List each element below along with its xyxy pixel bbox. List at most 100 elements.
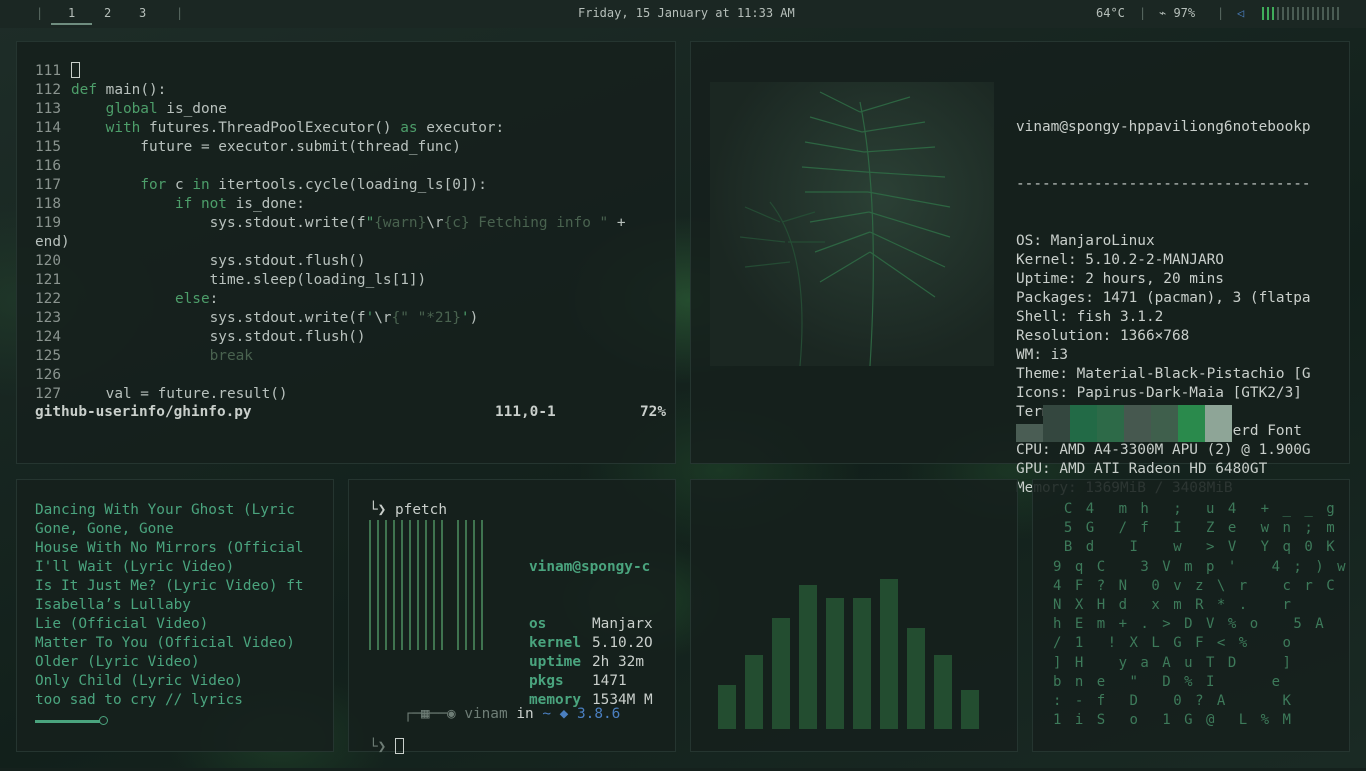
cursor-position: 111,0-1 — [495, 404, 556, 420]
code-line[interactable]: 121 time.sleep(loading_ls[1]) — [35, 271, 626, 290]
code-line[interactable]: 118 if not is_done: — [35, 195, 626, 214]
song-item[interactable]: Is It Just Me? (Lyric Video) ft — [35, 577, 304, 596]
code-line[interactable]: end) — [35, 233, 626, 252]
music-window[interactable]: Dancing With Your Ghost (Lyric Gone, Gone… — [16, 479, 334, 752]
info-row: Resolution: 1366×768 — [1016, 328, 1190, 344]
prompt-user: vinam — [464, 706, 508, 722]
code-line[interactable]: 114 with futures.ThreadPoolExecutor() as… — [35, 119, 626, 138]
line-number: 121 — [35, 272, 61, 288]
terminal-cursor[interactable] — [395, 738, 404, 754]
bar-separator: | — [1217, 6, 1225, 20]
logo-stroke — [385, 520, 387, 650]
line-number: 124 — [35, 329, 61, 345]
info-row: WM: i3 — [1016, 347, 1068, 363]
matrix-window: C 4 m h ; u 4 + _ _ g 5 G / f I Z e w n … — [1032, 479, 1350, 752]
song-item[interactable]: Gone, Gone, Gone — [35, 520, 174, 539]
song-item[interactable]: I'll Wait (Lyric Video) — [35, 558, 234, 577]
volume-bar — [1272, 7, 1274, 20]
code-line[interactable]: 115 future = executor.submit(thread_func… — [35, 138, 626, 157]
logo-stroke — [417, 520, 419, 650]
line-number: 120 — [35, 253, 61, 269]
code-line[interactable]: 120 sys.stdout.flush() — [35, 252, 626, 271]
workspace-1[interactable]: 1 — [50, 6, 94, 25]
prompt-arrow-icon: └❯ — [369, 502, 395, 518]
line-number: 115 — [35, 139, 61, 155]
line-number: 126 — [35, 367, 61, 383]
code-line[interactable]: 126 — [35, 366, 626, 385]
code-line[interactable]: 113 global is_done — [35, 100, 626, 119]
volume-bar — [1287, 7, 1289, 20]
song-item[interactable]: Dancing With Your Ghost (Lyric — [35, 501, 295, 520]
editor-window[interactable]: 111 112 def main(): 113 global is_done 114 w… — [16, 41, 676, 464]
scroll-percent: 72% — [640, 404, 666, 420]
song-item[interactable]: Only Child (Lyric Video) — [35, 672, 243, 691]
code-view[interactable]: 111 112 def main(): 113 global is_done 114 w… — [35, 62, 626, 404]
song-item[interactable]: Lie (Official Video) — [35, 615, 208, 634]
bar-separator: | — [176, 6, 184, 20]
matrix-row: 1 i S o 1 G @ L % M — [1053, 712, 1294, 729]
volume-bar — [1327, 7, 1329, 20]
volume-slider[interactable] — [1262, 7, 1339, 20]
code-line[interactable]: 117 for c in itertools.cycle(loading_ls[… — [35, 176, 626, 195]
visualizer-bar — [934, 655, 952, 729]
code-line[interactable]: 122 else: — [35, 290, 626, 309]
line-number: 117 — [35, 177, 61, 193]
matrix-row: B d I w > V Y q 0 K — [1053, 539, 1338, 556]
code-line[interactable]: 119 sys.stdout.write(f"{warn}\r{c} Fetch… — [35, 214, 626, 233]
color-swatch — [1097, 405, 1124, 442]
logo-stroke — [409, 520, 411, 650]
color-swatch — [1016, 424, 1043, 442]
prompt-dir: ~ — [542, 706, 551, 722]
pfetch-row: os Manjarx — [529, 616, 653, 632]
manjaro-logo — [369, 520, 494, 655]
fern-leaves — [739, 91, 951, 366]
info-row: GPU: AMD ATI Radeon HD 6480GT — [1016, 461, 1268, 477]
logo-stroke — [457, 520, 459, 650]
visualizer-bar — [961, 690, 979, 729]
volume-bar — [1277, 7, 1279, 20]
info-row: Kernel: 5.10.2-2-MANJARO — [1016, 252, 1224, 268]
visualizer-bar — [799, 585, 817, 729]
logo-stroke — [433, 520, 435, 650]
song-item[interactable]: Matter To You (Official Video) — [35, 634, 295, 653]
code-line[interactable]: 116 — [35, 157, 626, 176]
playback-progress[interactable] — [35, 720, 103, 723]
bar-separator: | — [36, 6, 44, 20]
matrix-rain: C 4 m h ; u 4 + _ _ g 5 G / f I Z e w n … — [1053, 500, 1348, 730]
volume-icon[interactable]: ◁ — [1237, 6, 1244, 20]
user-host: vinam@spongy-hppaviliong6notebookp — [1016, 119, 1311, 135]
matrix-row: h E m + . > D V % o 5 A — [1053, 616, 1327, 633]
logo-stroke — [369, 520, 371, 650]
song-item[interactable]: Older (Lyric Video) — [35, 653, 200, 672]
playback-knob[interactable] — [99, 716, 108, 725]
bar-separator: | — [1139, 6, 1147, 20]
line-number: 123 — [35, 310, 61, 326]
workspace-3[interactable]: 3 — [139, 6, 146, 20]
battery-icon: ⌁ — [1159, 6, 1174, 20]
pfetch-row: pkgs 1471 — [529, 673, 627, 689]
workspace-2[interactable]: 2 — [104, 6, 111, 20]
info-row: Icons: Papirus-Dark-Maia [GTK2/3] — [1016, 385, 1302, 401]
info-row: Packages: 1471 (pacman), 3 (flatpa — [1016, 290, 1311, 306]
logo-stroke — [481, 520, 483, 650]
shell-prompt[interactable]: ┌─▦──◉ vinam in ~ ◆ 3.8.6 └❯ — [369, 690, 620, 771]
code-line[interactable]: 123 sys.stdout.write(f'\r{" "*21}') — [35, 309, 626, 328]
matrix-row: ] H y a A u T D ] — [1053, 654, 1294, 671]
code-line[interactable]: 111 — [35, 62, 626, 81]
volume-bar — [1307, 7, 1309, 20]
prompt-bracket-icon: ┌─▦──◉ — [403, 706, 465, 722]
code-line[interactable]: 124 sys.stdout.flush() — [35, 328, 626, 347]
visualizer-bar — [880, 579, 898, 729]
visualizer-bar — [772, 618, 790, 729]
info-row: CPU: AMD A4-3300M APU (2) @ 1.900G — [1016, 442, 1311, 458]
code-line[interactable]: 125 break — [35, 347, 626, 366]
neofetch-window[interactable]: vinam@spongy-hppaviliong6notebookp -----… — [690, 41, 1350, 496]
code-line[interactable]: 112 def main(): — [35, 81, 626, 100]
matrix-row: b n e " D % I e — [1053, 673, 1283, 690]
song-item[interactable]: House With No Mirrors (Official — [35, 539, 304, 558]
code-line[interactable]: 127 val = future.result() — [35, 385, 626, 404]
line-number: 127 — [35, 386, 61, 402]
song-item[interactable]: too sad to cry // lyrics — [35, 691, 243, 710]
song-item[interactable]: Isabella’s Lullaby — [35, 596, 191, 615]
pfetch-window[interactable]: └❯ pfetch vinam@spongy-c os Manjarx kernel… — [348, 479, 676, 755]
